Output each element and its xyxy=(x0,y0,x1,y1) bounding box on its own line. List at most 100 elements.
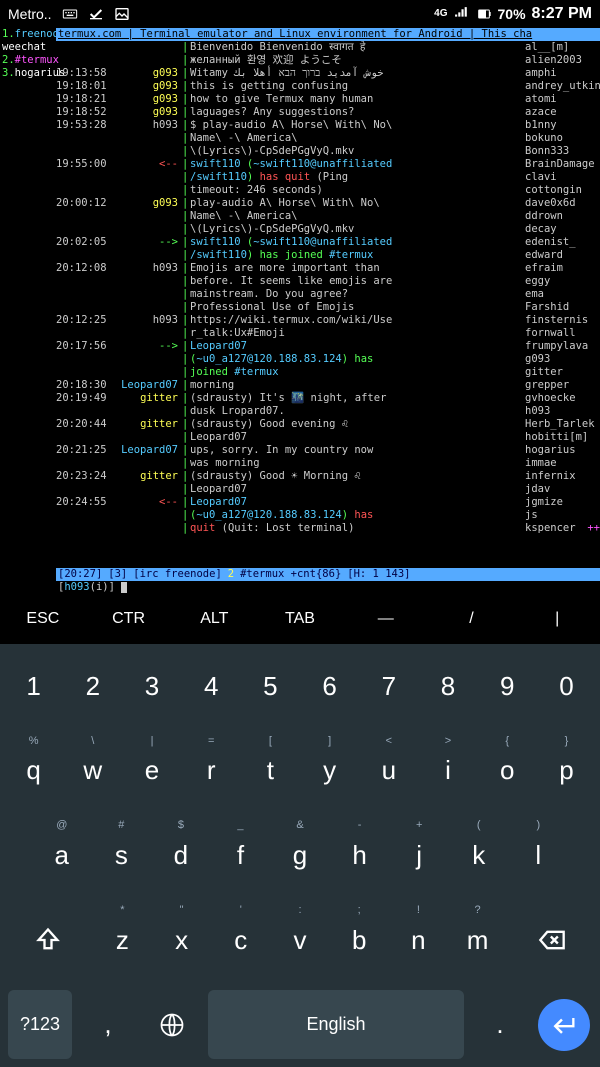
key-o[interactable]: {o xyxy=(478,729,537,814)
nick-list-item[interactable]: hobitti[m] xyxy=(525,431,600,444)
nick-list-item[interactable]: cottongin xyxy=(525,184,600,197)
extra-key-|[interactable]: | xyxy=(514,598,600,640)
extra-key-tab[interactable]: TAB xyxy=(257,598,343,640)
key-6[interactable]: 6 xyxy=(300,644,359,729)
nick-list-item[interactable]: hogarius xyxy=(525,444,600,457)
key-d[interactable]: $d xyxy=(151,813,211,898)
nick-list-item[interactable]: h093 xyxy=(525,405,600,418)
key-f[interactable]: _f xyxy=(211,813,271,898)
key-c[interactable]: 'c xyxy=(211,898,270,983)
chat-line: |joined #termux xyxy=(56,366,523,379)
nick-list-item[interactable]: gvhoecke xyxy=(525,392,600,405)
buffer-item[interactable]: 1.freenode xyxy=(0,28,56,41)
nick-list-item[interactable]: edenist_ xyxy=(525,236,600,249)
nick-list-item[interactable]: BrainDamage xyxy=(525,158,600,171)
buffer-item[interactable]: weechat xyxy=(0,41,56,54)
key-g[interactable]: &g xyxy=(270,813,330,898)
nick-list-item[interactable]: immae xyxy=(525,457,600,470)
key-m[interactable]: ?m xyxy=(448,898,507,983)
nick-list-item[interactable]: b1nny xyxy=(525,119,600,132)
key-9[interactable]: 9 xyxy=(478,644,537,729)
signal-icon xyxy=(454,6,470,22)
nick-list-item[interactable]: finsternis xyxy=(525,314,600,327)
shift-key[interactable] xyxy=(4,898,93,983)
key-a[interactable]: @a xyxy=(32,813,92,898)
nick-list-item[interactable]: alien2003 xyxy=(525,54,600,67)
nick-list-item[interactable]: Farshid xyxy=(525,301,600,314)
key-0[interactable]: 0 xyxy=(537,644,596,729)
key-w[interactable]: \w xyxy=(63,729,122,814)
key-p[interactable]: }p xyxy=(537,729,596,814)
language-key[interactable] xyxy=(140,982,204,1067)
key-y[interactable]: ]y xyxy=(300,729,359,814)
nick-list-item[interactable]: kspencer++ xyxy=(525,522,600,535)
space-key[interactable]: English xyxy=(208,990,464,1059)
key-z[interactable]: *z xyxy=(93,898,152,983)
weechat-input[interactable]: [h093(i)] xyxy=(56,581,600,594)
key-4[interactable]: 4 xyxy=(182,644,241,729)
nick-list-item[interactable]: g093 xyxy=(525,353,600,366)
key-e[interactable]: |e xyxy=(122,729,181,814)
extra-key-esc[interactable]: ESC xyxy=(0,598,86,640)
buffer-item[interactable]: 2.#termux xyxy=(0,54,56,67)
extra-key-ctr[interactable]: CTR xyxy=(86,598,172,640)
key-3[interactable]: 3 xyxy=(122,644,181,729)
nick-list-item[interactable]: ema xyxy=(525,288,600,301)
nick-list-item[interactable]: ddrown xyxy=(525,210,600,223)
nick-list-item[interactable]: Bonn333 xyxy=(525,145,600,158)
key-s[interactable]: #s xyxy=(92,813,152,898)
nick-list-item[interactable]: jgmize xyxy=(525,496,600,509)
key-t[interactable]: [t xyxy=(241,729,300,814)
symbols-key[interactable]: ?123 xyxy=(8,990,72,1059)
nick-list-item[interactable]: fornwall xyxy=(525,327,600,340)
nick-list-item[interactable]: al__[m] xyxy=(525,41,600,54)
nick-list-item[interactable]: infernix xyxy=(525,470,600,483)
nick-list-item[interactable]: decay xyxy=(525,223,600,236)
nick-list-item[interactable]: jdav xyxy=(525,483,600,496)
nick-list-item[interactable]: gitter xyxy=(525,366,600,379)
nick-list-item[interactable]: andrey_utkin xyxy=(525,80,600,93)
nick-list[interactable]: al__[m]alien2003amphiandrey_utkinatomiaz… xyxy=(523,41,600,568)
key-1[interactable]: 1 xyxy=(4,644,63,729)
key-r[interactable]: =r xyxy=(182,729,241,814)
nick-list-item[interactable]: frumpylava xyxy=(525,340,600,353)
key-j[interactable]: +j xyxy=(389,813,449,898)
nick-list-item[interactable]: grepper xyxy=(525,379,600,392)
extra-key-alt[interactable]: ALT xyxy=(171,598,257,640)
nick-list-item[interactable]: dave0x6d xyxy=(525,197,600,210)
key-h[interactable]: -h xyxy=(330,813,390,898)
nick-list-item[interactable]: atomi xyxy=(525,93,600,106)
chat-log[interactable]: |Bienvenido Bienvenido स्वागत हे|желанны… xyxy=(56,41,523,568)
extra-key-—[interactable]: — xyxy=(343,598,429,640)
key-k[interactable]: (k xyxy=(449,813,509,898)
key-b[interactable]: ;b xyxy=(330,898,389,983)
key-2[interactable]: 2 xyxy=(63,644,122,729)
key-v[interactable]: :v xyxy=(270,898,329,983)
nick-list-item[interactable]: azace xyxy=(525,106,600,119)
buffer-item[interactable]: 3.hogarius xyxy=(0,67,56,80)
nick-list-item[interactable]: edward xyxy=(525,249,600,262)
nick-list-item[interactable]: amphi xyxy=(525,67,600,80)
key-5[interactable]: 5 xyxy=(241,644,300,729)
nick-list-item[interactable]: bokuno xyxy=(525,132,600,145)
terminal[interactable]: 1.freenode weechat2.#termux3.hogarius te… xyxy=(0,28,600,594)
backspace-key[interactable] xyxy=(507,898,596,983)
nick-list-item[interactable]: js xyxy=(525,509,600,522)
enter-key[interactable] xyxy=(538,999,590,1051)
key-x[interactable]: "x xyxy=(152,898,211,983)
key-u[interactable]: <u xyxy=(359,729,418,814)
key-i[interactable]: >i xyxy=(418,729,477,814)
key-n[interactable]: !n xyxy=(389,898,448,983)
key-q[interactable]: %q xyxy=(4,729,63,814)
key-l[interactable]: )l xyxy=(509,813,569,898)
nick-list-item[interactable]: clavi xyxy=(525,171,600,184)
nick-list-item[interactable]: efraim xyxy=(525,262,600,275)
backspace-icon xyxy=(538,926,566,954)
key-8[interactable]: 8 xyxy=(418,644,477,729)
extra-key-/[interactable]: / xyxy=(429,598,515,640)
nick-list-item[interactable]: eggy xyxy=(525,275,600,288)
period-key[interactable]: . xyxy=(468,982,532,1067)
key-7[interactable]: 7 xyxy=(359,644,418,729)
nick-list-item[interactable]: Herb_Tarlek xyxy=(525,418,600,431)
comma-key[interactable]: , xyxy=(76,982,140,1067)
